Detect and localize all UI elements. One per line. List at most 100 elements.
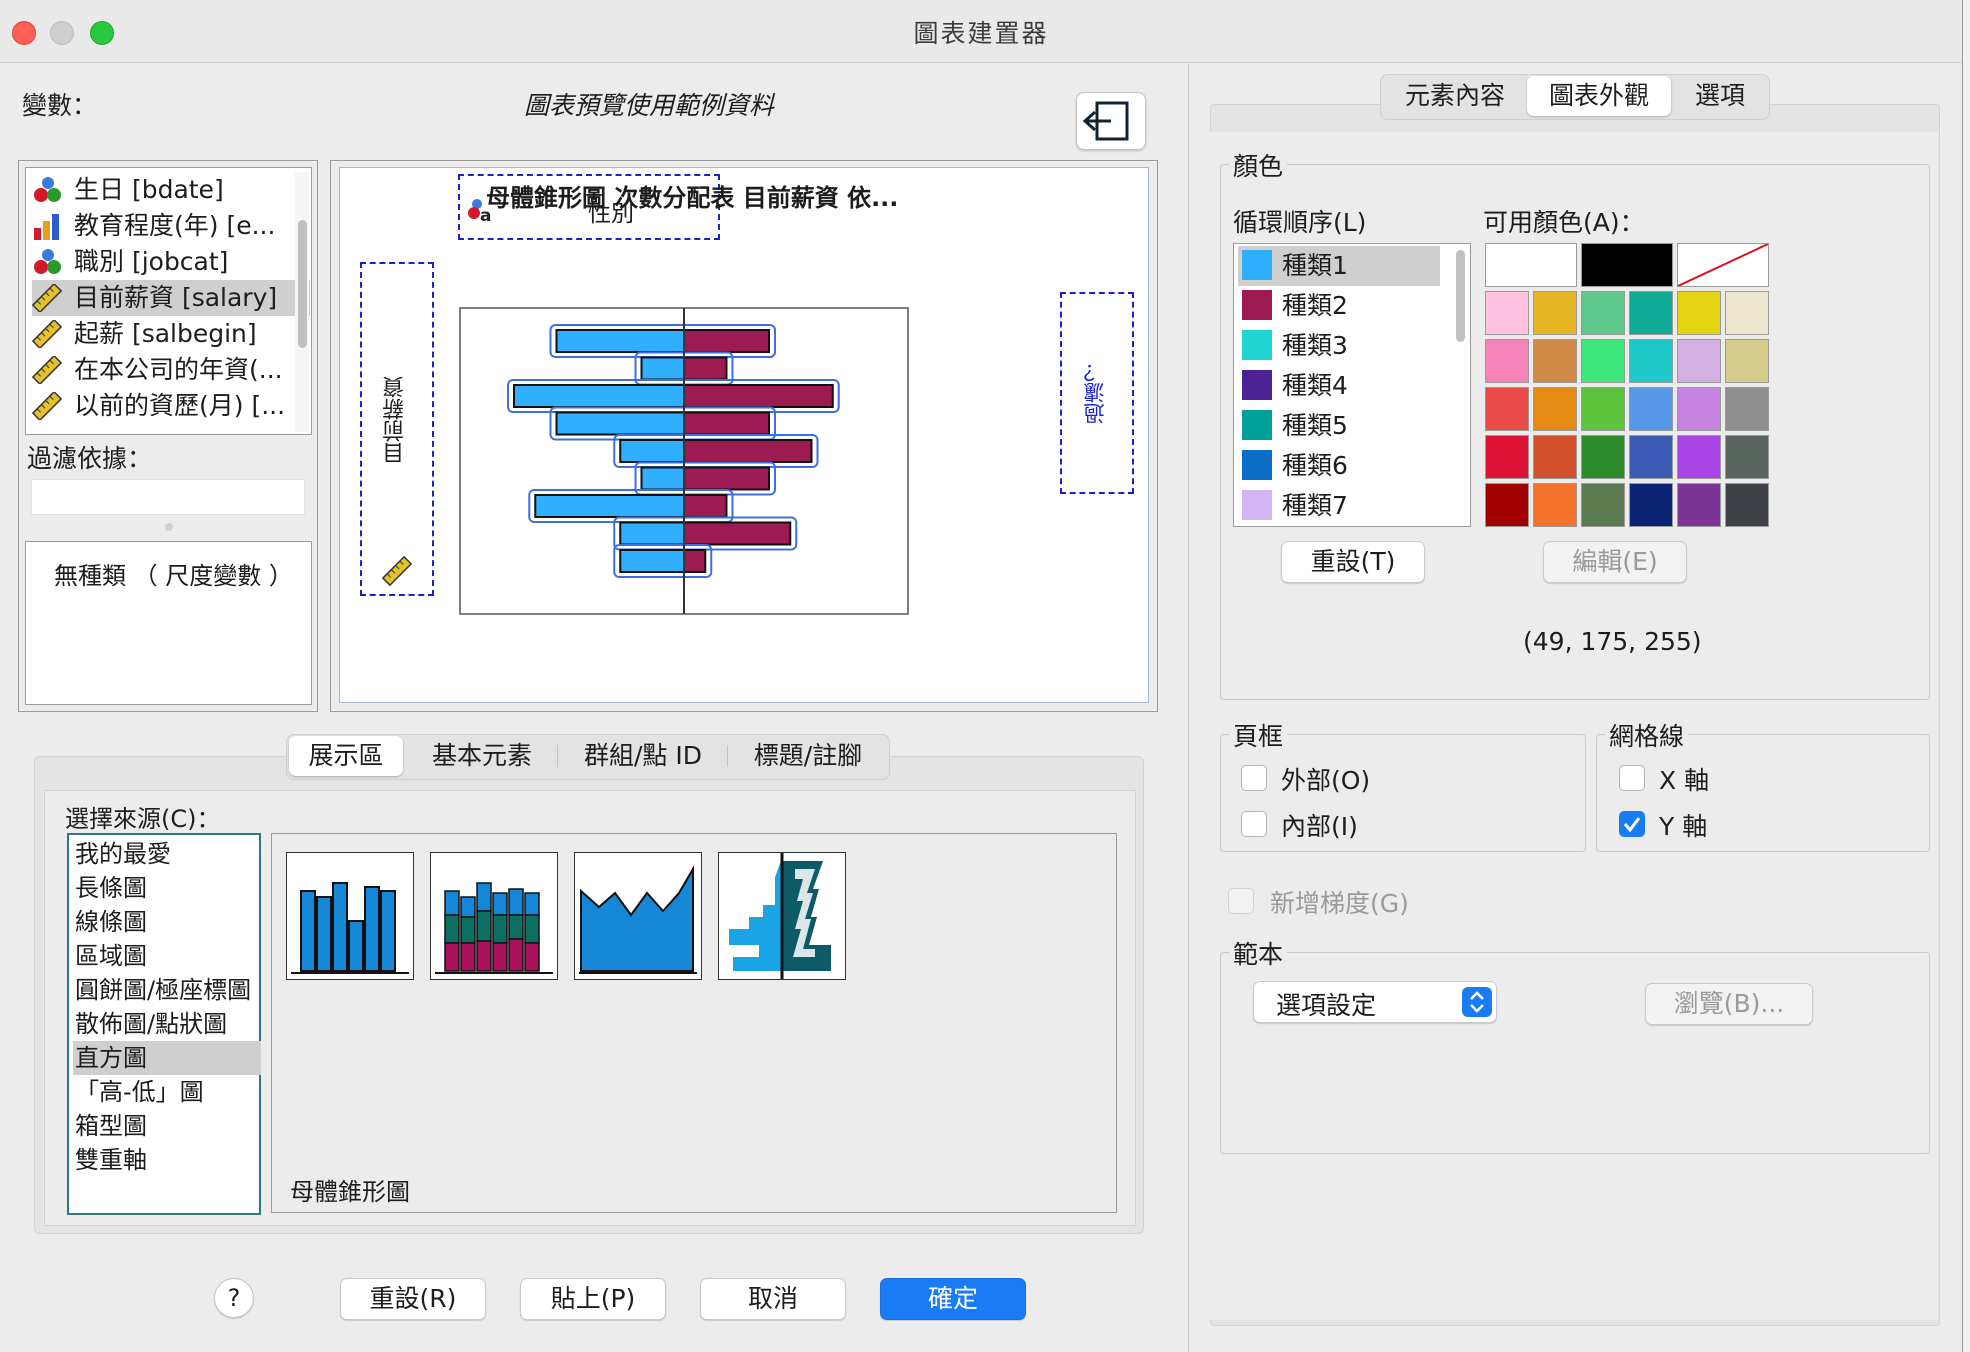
frequency-polygon-icon[interactable] <box>574 852 702 980</box>
paste-button[interactable]: 貼上(P) <box>520 1278 666 1320</box>
cancel-button[interactable]: 取消 <box>700 1278 846 1320</box>
cycle-item[interactable]: 種類1 <box>1238 246 1440 286</box>
chart-type-item[interactable]: 區域圖 <box>73 939 261 973</box>
reset-colors-button[interactable]: 重設(T) <box>1281 541 1425 583</box>
palette-swatch[interactable] <box>1629 387 1673 431</box>
variable-list[interactable]: 生日 [bdate] 教育程度(年) [e... 職別 [jobcat] 目前薪資 [… <box>25 167 312 435</box>
population-pyramid-icon[interactable] <box>718 852 846 980</box>
variable-list-scrollbar[interactable] <box>295 172 309 432</box>
variable-item[interactable]: 目前薪資 [salary] <box>32 280 310 316</box>
palette-swatch[interactable] <box>1485 339 1529 383</box>
color-palette <box>1485 243 1775 533</box>
palette-swatch[interactable] <box>1485 291 1529 335</box>
tab-element-properties[interactable]: 元素內容 <box>1385 75 1525 117</box>
bar-right <box>683 494 728 518</box>
palette-swatch[interactable] <box>1677 387 1721 431</box>
cycle-item[interactable]: 種類4 <box>1238 366 1440 406</box>
y-axis-zone[interactable]: 目前薪資 <box>360 262 434 596</box>
template-select[interactable]: 選項設定 <box>1253 981 1497 1023</box>
chart-type-list[interactable]: 我的最愛 長條圖 線條圖 區域圖 圓餅圖/極座標圖 散佈圖/點狀圖 直方圖 「高-低」圖 箱型圖… <box>67 833 261 1215</box>
reset-button[interactable]: 重設(R) <box>340 1278 486 1320</box>
palette-swatch[interactable] <box>1725 339 1769 383</box>
split-handle[interactable] <box>165 523 173 531</box>
palette-swatch[interactable] <box>1581 435 1625 479</box>
palette-swatch[interactable] <box>1581 339 1625 383</box>
palette-swatch[interactable] <box>1581 291 1625 335</box>
palette-swatch[interactable] <box>1725 435 1769 479</box>
palette-swatch[interactable] <box>1629 291 1673 335</box>
palette-swatch[interactable] <box>1581 483 1625 527</box>
palette-swatch[interactable] <box>1677 483 1721 527</box>
tab-gallery[interactable]: 展示區 <box>289 736 403 776</box>
simple-histogram-icon[interactable] <box>286 852 414 980</box>
chart-canvas[interactable]: a 性別 母體錐形圖 次數分配表 目前薪資 依... 目前薪資 過濾？ <box>339 167 1149 703</box>
filter-drop-field[interactable] <box>31 479 305 515</box>
palette-swatch[interactable] <box>1677 291 1721 335</box>
variables-label: 變數： <box>22 91 98 120</box>
chart-type-item[interactable]: 長條圖 <box>73 871 261 905</box>
category-info-panel: 無種類 （ 尺度變數 ） <box>25 541 312 705</box>
cycle-order-list[interactable]: 種類1 種類2 種類3 種類4 種類5 種類6 種類7 <box>1233 243 1471 527</box>
variable-item[interactable]: 在本公司的年資(... <box>32 352 310 388</box>
palette-swatch[interactable] <box>1629 339 1673 383</box>
x-axis-grid-checkbox[interactable] <box>1619 765 1645 791</box>
cycle-item[interactable]: 種類2 <box>1238 286 1440 326</box>
palette-swatch[interactable] <box>1485 435 1529 479</box>
stacked-histogram-icon[interactable] <box>430 852 558 980</box>
palette-swatch[interactable] <box>1725 483 1769 527</box>
variable-item[interactable]: 以前的資歷(月) [... <box>32 388 310 424</box>
filter-label: 過濾依據： <box>27 444 153 473</box>
y-axis-grid-checkbox[interactable] <box>1619 811 1645 837</box>
palette-swatch[interactable] <box>1533 339 1577 383</box>
ok-button[interactable]: 確定 <box>880 1278 1026 1320</box>
cycle-item[interactable]: 種類7 <box>1238 486 1440 526</box>
chart-type-item[interactable]: 直方圖 <box>73 1041 261 1075</box>
variable-item[interactable]: 教育程度(年) [e... <box>32 208 310 244</box>
chart-type-item[interactable]: 「高-低」圖 <box>73 1075 261 1109</box>
x-axis-grid-label: X 軸 <box>1659 766 1710 795</box>
cycle-item[interactable]: 種類3 <box>1238 326 1440 366</box>
chart-type-item[interactable]: 箱型圖 <box>73 1109 261 1143</box>
cycle-list-scrollbar[interactable] <box>1452 246 1468 524</box>
cycle-item[interactable]: 種類5 <box>1238 406 1440 446</box>
palette-swatch[interactable] <box>1485 243 1577 287</box>
tab-titles-footnotes[interactable]: 標題/註腳 <box>729 735 887 777</box>
tab-basic-elements[interactable]: 基本元素 <box>407 735 557 777</box>
palette-swatch[interactable] <box>1533 291 1577 335</box>
tab-groups-point-id[interactable]: 群組/點 ID <box>559 735 727 777</box>
variable-item[interactable]: 起薪 [salbegin] <box>32 316 310 352</box>
palette-swatch[interactable] <box>1533 435 1577 479</box>
variable-item[interactable]: 職別 [jobcat] <box>32 244 310 280</box>
chart-type-item[interactable]: 我的最愛 <box>73 837 261 871</box>
scrollbar-thumb[interactable] <box>1456 250 1465 342</box>
palette-swatch[interactable] <box>1485 387 1529 431</box>
palette-swatch[interactable] <box>1725 387 1769 431</box>
gallery-toggle-button[interactable] <box>1076 92 1146 150</box>
palette-swatch[interactable] <box>1581 243 1673 287</box>
filter-zone[interactable]: 過濾？ <box>1060 292 1134 494</box>
palette-swatch[interactable] <box>1725 291 1769 335</box>
cycle-item-label: 種類5 <box>1282 411 1348 440</box>
palette-swatch[interactable] <box>1581 387 1625 431</box>
palette-swatch[interactable] <box>1485 483 1529 527</box>
palette-swatch[interactable] <box>1677 243 1769 287</box>
palette-swatch[interactable] <box>1677 435 1721 479</box>
palette-swatch[interactable] <box>1533 387 1577 431</box>
palette-swatch[interactable] <box>1677 339 1721 383</box>
variable-item[interactable]: 生日 [bdate] <box>32 172 310 208</box>
inner-frame-checkbox[interactable] <box>1241 811 1267 837</box>
help-button[interactable]: ? <box>214 1278 254 1318</box>
scrollbar-thumb[interactable] <box>298 220 307 348</box>
chart-type-item[interactable]: 圓餅圖/極座標圖 <box>73 973 261 1007</box>
tab-options[interactable]: 選項 <box>1675 75 1765 117</box>
chart-type-item[interactable]: 線條圖 <box>73 905 261 939</box>
tab-chart-appearance[interactable]: 圖表外觀 <box>1527 76 1671 116</box>
palette-swatch[interactable] <box>1629 483 1673 527</box>
chart-type-item[interactable]: 雙重軸 <box>73 1143 261 1177</box>
chart-type-item[interactable]: 散佈圖/點狀圖 <box>73 1007 261 1041</box>
palette-swatch[interactable] <box>1533 483 1577 527</box>
cycle-item[interactable]: 種類6 <box>1238 446 1440 486</box>
outer-frame-checkbox[interactable] <box>1241 765 1267 791</box>
palette-swatch[interactable] <box>1629 435 1673 479</box>
variable-label: 教育程度(年) [e... <box>74 211 276 240</box>
